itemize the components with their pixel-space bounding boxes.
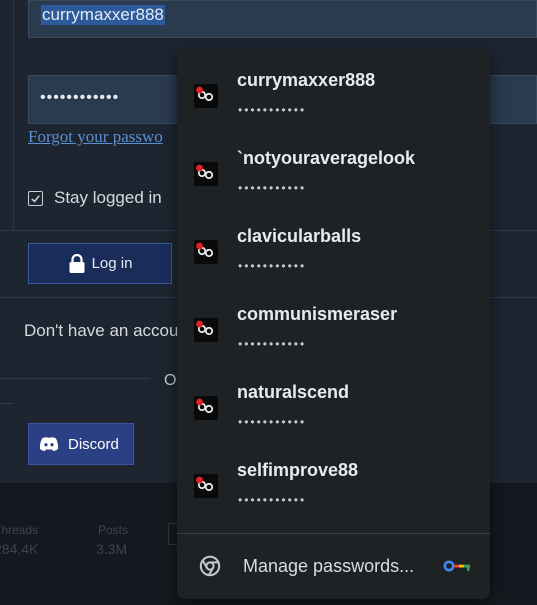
password-value: •••••••••••• — [40, 89, 120, 106]
suggestion-masked-password: ••••••••••• — [238, 181, 307, 195]
stat-value-threads: 284.4K — [0, 541, 39, 557]
manage-passwords-button[interactable]: Manage passwords... — [177, 534, 490, 599]
site-favicon-icon — [194, 84, 218, 108]
suggestion-masked-password: ••••••••••• — [238, 259, 307, 273]
login-button-label: Log in — [91, 255, 133, 272]
saved-passwords-dropdown: currymaxxer888 ••••••••••• `notyouravera… — [177, 50, 490, 599]
discord-button-label: Discord — [68, 435, 119, 453]
manage-passwords-label: Manage passwords... — [243, 556, 415, 576]
divider — [0, 403, 14, 404]
stay-logged-in-row[interactable]: Stay logged in — [28, 188, 162, 208]
discord-icon — [39, 437, 59, 451]
register-prompt: Don't have an accou — [24, 321, 179, 340]
discord-login-button[interactable]: Discord — [28, 423, 134, 465]
or-divider-left — [0, 378, 150, 379]
password-suggestion[interactable]: selfimprove88 ••••••••••• — [177, 440, 490, 518]
forgot-password-link[interactable]: Forgot your passwo — [28, 127, 163, 147]
suggestion-masked-password: ••••••••••• — [238, 493, 307, 507]
site-favicon-icon — [194, 396, 218, 420]
site-favicon-icon — [194, 474, 218, 498]
site-favicon-icon — [194, 240, 218, 264]
checkmark-icon — [31, 194, 40, 203]
suggestion-masked-password: ••••••••••• — [238, 415, 307, 429]
suggestion-username: `notyouraveragelook — [237, 148, 416, 168]
login-button[interactable]: Log in — [28, 243, 172, 284]
chrome-icon — [199, 555, 221, 577]
suggestion-username: naturalscend — [237, 382, 350, 402]
password-manager-key-icon — [443, 560, 470, 572]
suggestion-username: currymaxxer888 — [237, 70, 376, 90]
stat-label-threads: Threads — [0, 523, 39, 537]
suggestion-masked-password: ••••••••••• — [238, 103, 307, 117]
site-favicon-icon — [194, 318, 218, 342]
stat-label-posts: Posts — [98, 523, 129, 537]
username-value: currymaxxer888 — [41, 5, 165, 25]
password-suggestion[interactable]: `notyouraveragelook ••••••••••• — [177, 128, 490, 206]
password-suggestion[interactable]: currymaxxer888 ••••••••••• — [177, 50, 490, 128]
site-favicon-icon — [194, 162, 218, 186]
suggestion-username: selfimprove88 — [237, 460, 359, 480]
password-suggestion[interactable]: communismeraser ••••••••••• — [177, 284, 490, 362]
stay-logged-in-checkbox[interactable] — [28, 190, 43, 206]
suggestion-username: communismeraser — [237, 304, 398, 324]
stay-logged-in-label: Stay logged in — [54, 188, 162, 207]
suggestion-username: clavicularballs — [237, 226, 362, 246]
password-suggestion[interactable]: naturalscend ••••••••••• — [177, 362, 490, 440]
or-label: O — [164, 372, 177, 389]
username-input[interactable]: currymaxxer888 — [28, 0, 537, 38]
suggestion-masked-password: ••••••••••• — [238, 337, 307, 351]
panel-border — [13, 0, 14, 230]
stat-value-posts: 3.3M — [96, 541, 128, 557]
lock-icon — [69, 253, 85, 273]
password-suggestion[interactable]: clavicularballs ••••••••••• — [177, 206, 490, 284]
